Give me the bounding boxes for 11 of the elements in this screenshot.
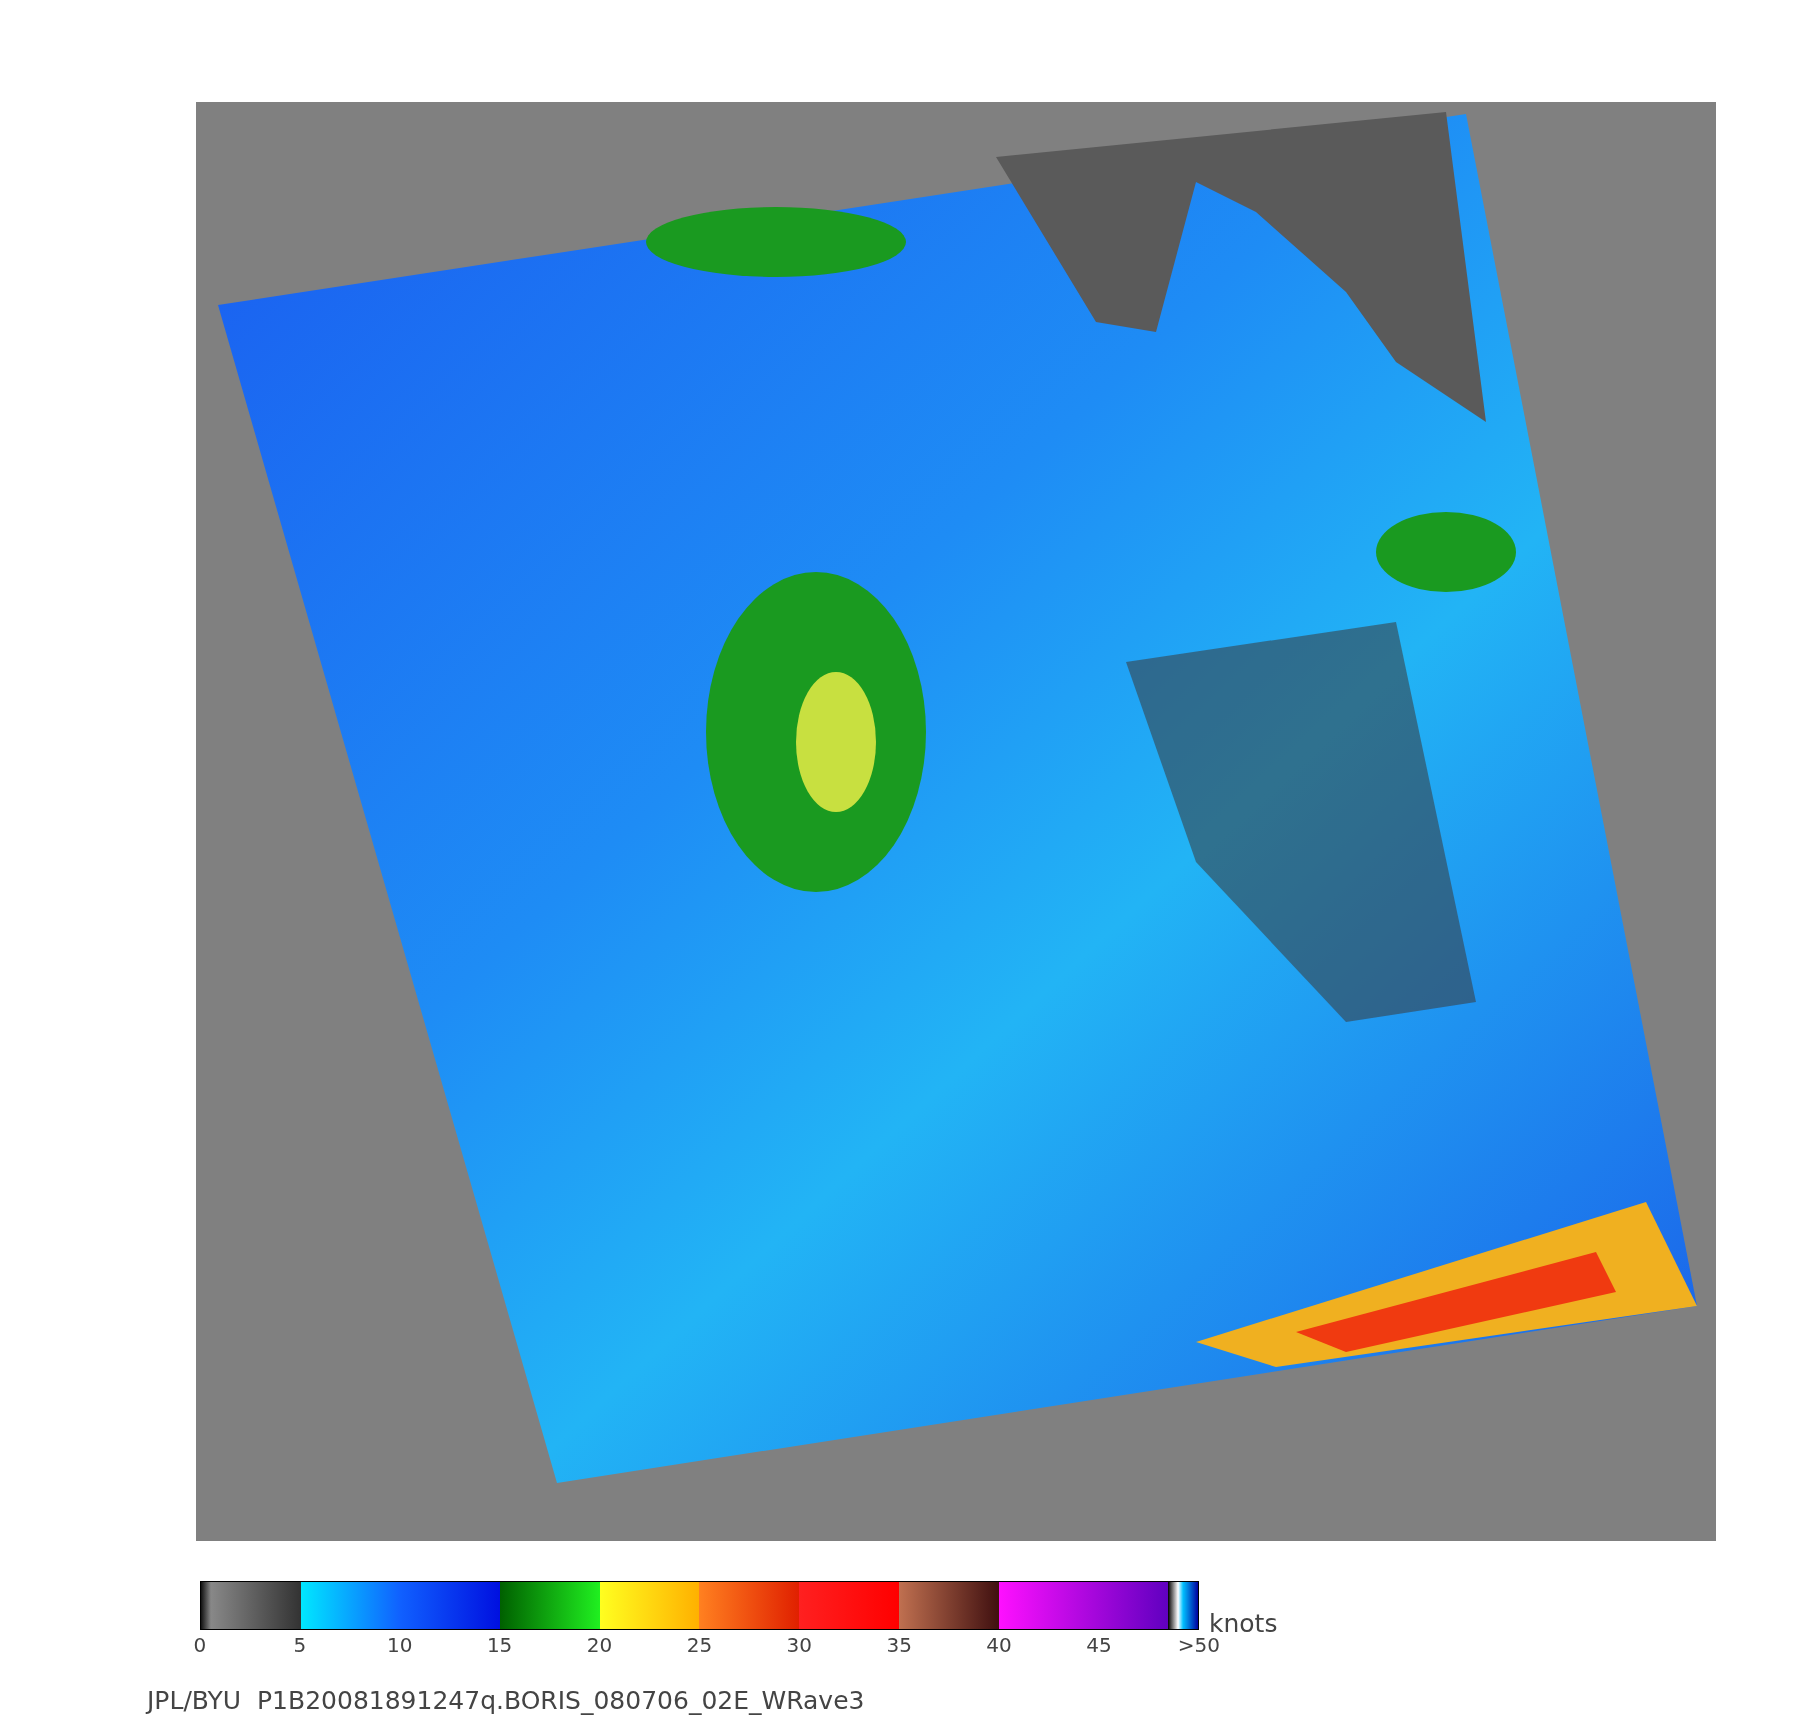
tick-label: 30 [785, 1632, 813, 1659]
tick-label: 45 [1085, 1632, 1113, 1659]
tick-label: 40 [985, 1632, 1013, 1659]
tick-label: 25 [685, 1632, 714, 1659]
tick-label: 15 [485, 1632, 514, 1659]
tick-label: 10 [386, 1632, 414, 1659]
tick-label: 5 [292, 1632, 308, 1659]
tick-label: 35 [885, 1632, 913, 1659]
tick-label: 20 [585, 1632, 614, 1659]
tick-label: 0 [192, 1632, 208, 1659]
image-caption: JPL/BYU P1B20081891247q.BORIS_080706_02E_WRave3 [147, 1685, 866, 1717]
